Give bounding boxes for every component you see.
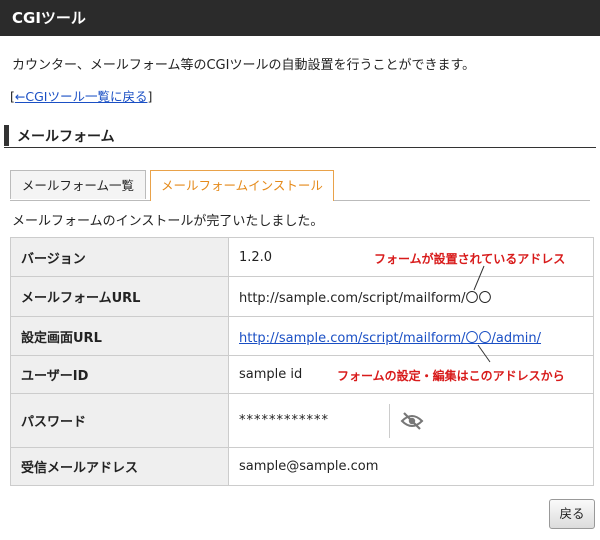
section-marker — [4, 125, 9, 146]
back-link-wrapper: [←CGIツール一覧に戻る] — [10, 86, 152, 105]
password-cell: ************ — [228, 393, 594, 448]
table-row: パスワード ************ — [10, 393, 594, 448]
tab-mailform-list[interactable]: メールフォーム一覧 — [10, 170, 146, 199]
back-button[interactable]: 戻る — [549, 499, 595, 529]
page-title: CGIツール — [12, 9, 86, 27]
section-title: メールフォーム — [17, 129, 115, 145]
annotation-settings-location: フォームの設定・編集はこのアドレスから — [337, 369, 565, 383]
admin-url-link[interactable]: http://sample.com/script/mailform/〇〇/adm… — [239, 331, 541, 346]
form-url-value: http://sample.com/script/mailform/〇〇 — [228, 276, 594, 317]
form-url-label: メールフォームURL — [10, 276, 229, 317]
intro-text: カウンター、メールフォーム等のCGIツールの自動設置を行うことができます。 — [12, 58, 476, 73]
section-heading: メールフォーム — [4, 124, 596, 148]
tab-bar: メールフォーム一覧 メールフォームインストール — [10, 170, 590, 201]
install-result-table: バージョン 1.2.0 メールフォームURL http://sample.com… — [10, 237, 594, 486]
eye-slash-icon[interactable] — [400, 411, 424, 431]
password-label: パスワード — [10, 393, 229, 448]
table-row: メールフォームURL http://sample.com/script/mail… — [10, 276, 594, 317]
password-value: ************ — [239, 413, 329, 428]
password-field-group: ************ — [239, 403, 592, 438]
complete-message: メールフォームのインストールが完了いたしました。 — [12, 214, 324, 229]
page-header: CGIツール — [0, 0, 600, 36]
table-row: 受信メールアドレス sample@sample.com — [10, 447, 594, 486]
email-label: 受信メールアドレス — [10, 447, 229, 486]
admin-url-label: 設定画面URL — [10, 316, 229, 356]
password-divider — [389, 403, 390, 438]
annotation-form-location: フォームが設置されているアドレス — [374, 252, 566, 266]
admin-url-cell: http://sample.com/script/mailform/〇〇/adm… — [228, 316, 594, 356]
version-label: バージョン — [10, 237, 229, 277]
email-value: sample@sample.com — [228, 447, 594, 486]
user-id-label: ユーザーID — [10, 355, 229, 394]
table-row: 設定画面URL http://sample.com/script/mailfor… — [10, 316, 594, 356]
tab-mailform-install[interactable]: メールフォームインストール — [150, 170, 334, 201]
back-to-cgi-list-link[interactable]: ←CGIツール一覧に戻る — [15, 89, 148, 104]
bracket-close: ] — [147, 89, 153, 104]
